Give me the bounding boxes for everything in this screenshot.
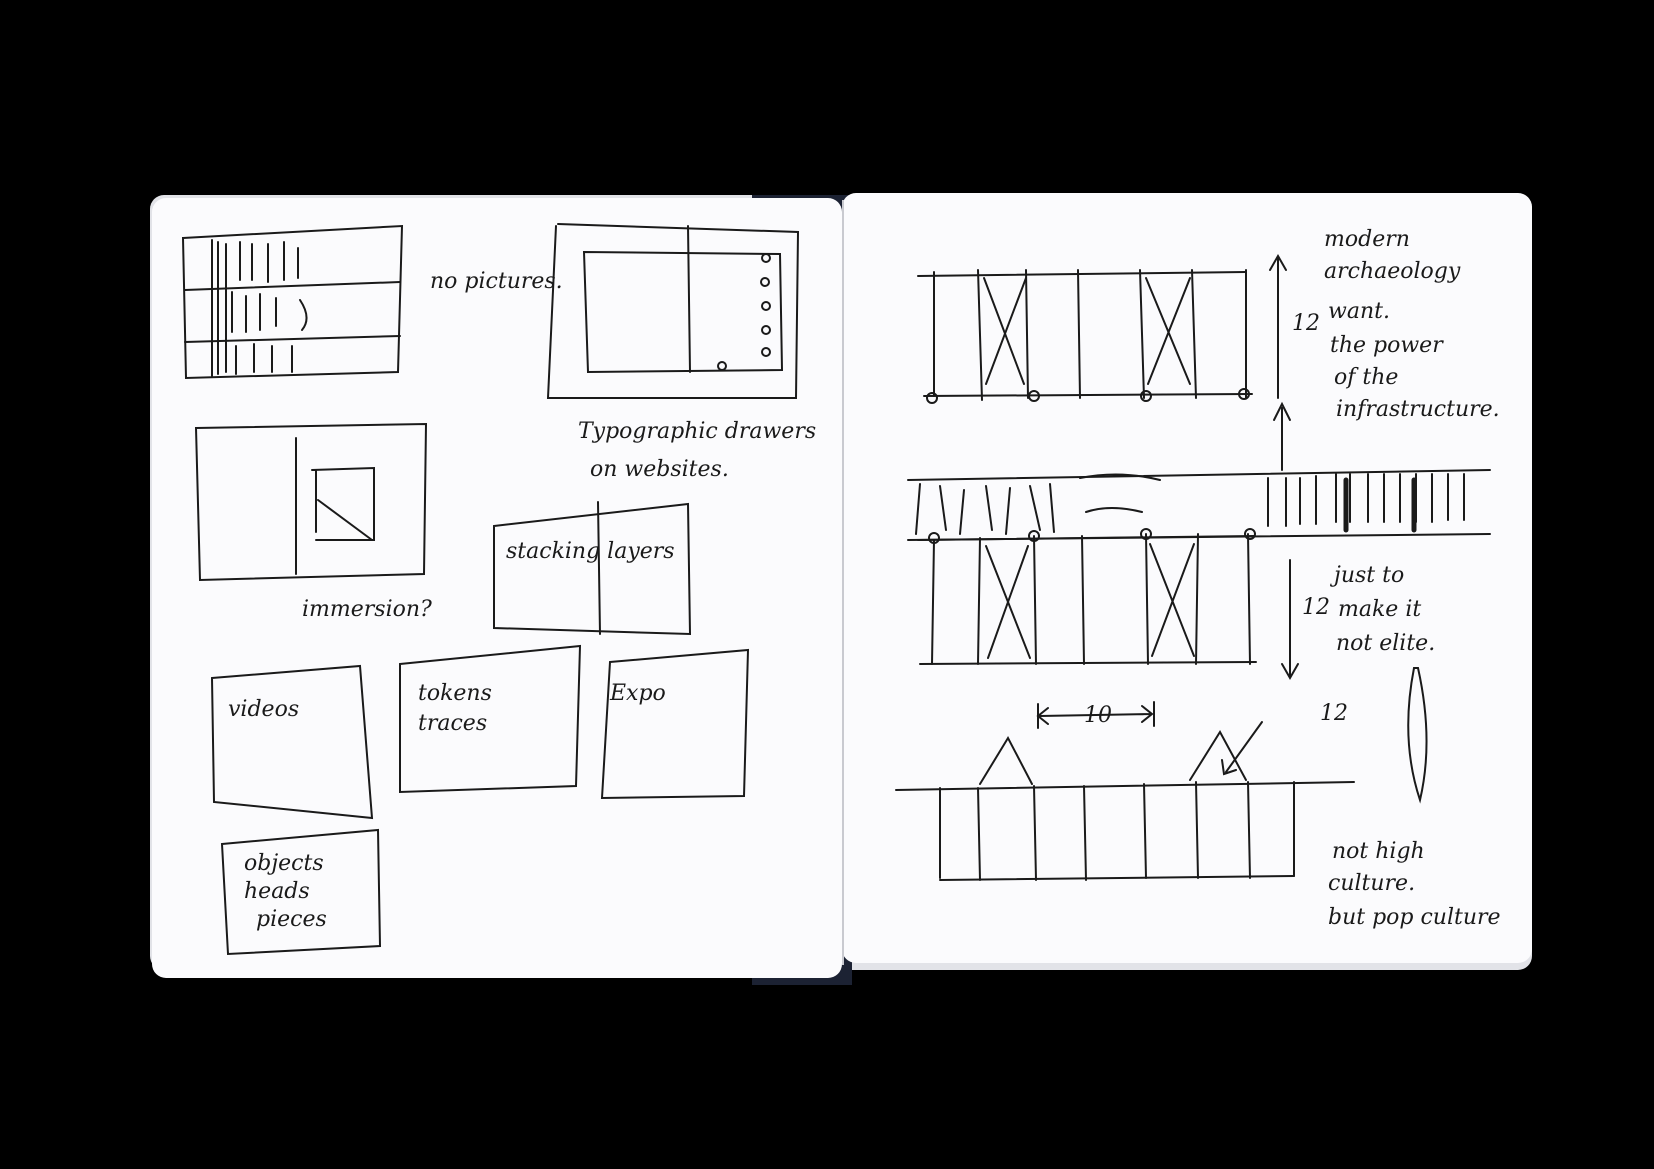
note-no-pictures: no pictures. (430, 269, 563, 294)
note-just-to: just to (1329, 563, 1404, 588)
note-tokens-traces-line2: traces (418, 711, 487, 736)
note-infrastructure: infrastructure. (1336, 397, 1500, 422)
note-12-diag: 12 (1320, 701, 1348, 726)
note-objects-line2: heads (244, 879, 310, 904)
note-not-elite: not elite. (1336, 631, 1435, 656)
note-typographic-drawers: Typographic drawers (578, 419, 816, 444)
note-tokens-traces-line1: tokens (418, 681, 492, 706)
note-immersion: immersion? (302, 597, 432, 622)
note-12-top: 12 (1292, 311, 1320, 336)
note-expo: Expo (609, 681, 666, 706)
note-not-high: not high (1332, 839, 1425, 864)
note-want-the-power: want. (1328, 299, 1390, 324)
note-but-pop-culture: but pop culture (1328, 905, 1501, 930)
notebook-scan: no pictures. Typographic drawers on webs… (150, 193, 1532, 985)
note-modern: modern (1324, 227, 1410, 252)
right-page (842, 193, 1532, 963)
note-stacking-layers: stacking layers (506, 539, 675, 564)
note-videos: videos (228, 697, 299, 722)
note-on-websites: on websites. (590, 457, 729, 482)
note-archaeology: archaeology (1324, 259, 1461, 284)
note-the-power: the power (1330, 333, 1444, 358)
notebook (150, 193, 1532, 985)
note-make-it: make it (1338, 597, 1421, 622)
note-of-the: of the (1334, 365, 1398, 390)
note-objects-line1: objects (244, 851, 324, 876)
note-12-left: 12 (1302, 595, 1330, 620)
note-objects-line3: pieces (256, 907, 327, 932)
note-culture: culture. (1328, 871, 1415, 896)
note-10: 10 (1084, 703, 1112, 728)
